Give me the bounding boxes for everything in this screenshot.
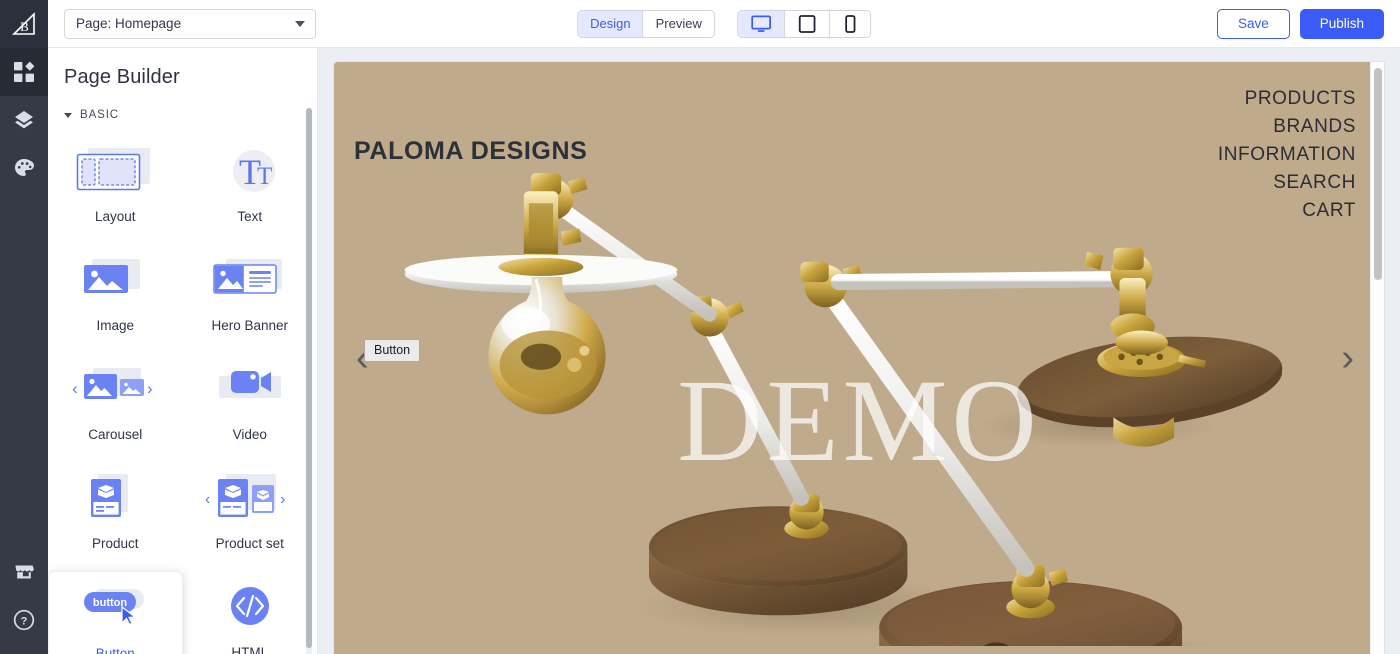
widget-label: Carousel	[88, 427, 143, 442]
widget-label: HTML	[231, 645, 269, 654]
rail-item-theme[interactable]	[0, 144, 48, 192]
desktop-icon	[750, 14, 771, 33]
main-column: Page: Homepage Design Preview Save Publi…	[48, 0, 1400, 654]
text-widget-icon: T T	[209, 143, 291, 199]
svg-text:›: ›	[280, 491, 285, 508]
widget-label: Text	[237, 209, 263, 224]
widget-label: Hero Banner	[211, 318, 289, 333]
nav-item-cart[interactable]: CART	[1218, 200, 1356, 222]
tablet-icon	[798, 14, 816, 33]
rail-item-layers[interactable]	[0, 96, 48, 144]
product-widget-icon	[74, 470, 156, 526]
rail-item-help[interactable]: ?	[0, 596, 48, 644]
widget-card-video[interactable]: Video	[183, 353, 318, 452]
palette-icon	[13, 157, 35, 179]
workspace: Page Builder BASIC Layout T T Text Image…	[48, 48, 1400, 654]
widget-grid: Layout T T Text Image Hero Banner ‹ › Ca…	[48, 125, 317, 654]
brand-logo[interactable]: B	[0, 0, 48, 48]
nav-item-brands[interactable]: BRANDS	[1218, 116, 1356, 138]
widget-card-carousel[interactable]: ‹ › Carousel	[48, 353, 183, 452]
store-icon	[13, 561, 35, 583]
triangle-down-icon	[64, 112, 72, 118]
html-widget-icon	[209, 579, 291, 635]
mode-switch: Design Preview	[577, 9, 715, 38]
widget-card-image[interactable]: Image	[48, 244, 183, 343]
device-switch	[736, 9, 871, 38]
save-button[interactable]: Save	[1216, 8, 1290, 39]
device-tablet-button[interactable]	[784, 10, 830, 37]
rail-item-widgets[interactable]	[0, 48, 48, 96]
rail-item-store[interactable]	[0, 548, 48, 596]
top-toolbar: Page: Homepage Design Preview Save Publi…	[48, 0, 1400, 48]
site-nav: PRODUCTS BRANDS INFORMATION SEARCH CART	[1218, 88, 1356, 222]
canvas-area: PALOMA DESIGNS PRODUCTS BRANDS INFORMATI…	[318, 48, 1400, 654]
page-title: Page Builder	[64, 66, 180, 88]
product-set-widget-icon: ‹ ›	[200, 470, 300, 526]
toolbar-center-group: Design Preview	[577, 9, 871, 38]
image-widget-icon	[74, 252, 156, 308]
svg-text:‹: ‹	[205, 491, 210, 508]
demo-watermark: DEMO	[677, 355, 1041, 486]
canvas-scrollbar-thumb[interactable]	[1374, 68, 1382, 280]
widget-label: Layout	[94, 209, 136, 224]
svg-text:?: ?	[21, 615, 28, 627]
site-title: PALOMA DESIGNS	[354, 137, 588, 165]
chevron-down-icon	[295, 20, 305, 27]
widget-label: Button	[95, 646, 135, 654]
device-mobile-button[interactable]	[829, 10, 870, 37]
toolbar-actions: Save Publish	[1216, 8, 1384, 39]
tab-design[interactable]: Design	[578, 10, 644, 37]
widget-label: Product set	[215, 536, 284, 551]
help-icon: ?	[13, 609, 35, 631]
left-icon-rail: B ?	[0, 0, 48, 654]
widget-card-product-set[interactable]: ‹ › Product set	[183, 462, 318, 561]
widgets-icon	[13, 61, 35, 83]
canvas-scrollbar[interactable]	[1370, 62, 1384, 654]
widget-card-product[interactable]: Product	[48, 462, 183, 561]
widget-card-html[interactable]: HTML	[183, 571, 318, 654]
svg-text:B: B	[20, 19, 29, 34]
widget-label: Video	[232, 427, 267, 442]
hero-banner-widget-icon	[204, 252, 296, 308]
widget-label: Image	[96, 318, 135, 333]
device-desktop-button[interactable]	[737, 10, 785, 37]
svg-text:‹: ‹	[72, 379, 78, 398]
nav-item-search[interactable]: SEARCH	[1218, 172, 1356, 194]
video-widget-icon	[209, 361, 291, 417]
carousel-next-arrow[interactable]: ›	[1341, 339, 1354, 377]
widget-label: Product	[91, 536, 139, 551]
nav-item-information[interactable]: INFORMATION	[1218, 144, 1356, 166]
svg-text:›: ›	[147, 379, 153, 398]
section-label: BASIC	[80, 109, 120, 121]
widget-card-layout[interactable]: Layout	[48, 135, 183, 234]
mobile-icon	[843, 14, 857, 33]
dropped-button-element[interactable]: Button	[364, 339, 421, 362]
button-widget-icon: button	[70, 580, 160, 636]
widget-card-button[interactable]: button Button	[48, 571, 183, 654]
section-header-basic[interactable]: BASIC	[48, 103, 317, 125]
panel-scrollbar[interactable]	[306, 108, 312, 654]
page-builder-panel: Page Builder BASIC Layout T T Text Image…	[48, 48, 318, 654]
widget-list-scroll[interactable]: BASIC Layout T T Text Image Hero Banner …	[48, 103, 317, 654]
layers-icon	[13, 109, 35, 131]
svg-text:T: T	[257, 163, 272, 190]
publish-button[interactable]: Publish	[1299, 8, 1384, 39]
page-selector-label: Page: Homepage	[76, 16, 182, 31]
panel-scrollbar-thumb[interactable]	[306, 108, 312, 648]
tab-preview[interactable]: Preview	[643, 10, 714, 37]
layout-widget-icon	[74, 143, 156, 199]
carousel-widget-icon: ‹ ›	[67, 361, 163, 417]
site-preview-canvas[interactable]: PALOMA DESIGNS PRODUCTS BRANDS INFORMATI…	[334, 62, 1384, 654]
nav-item-products[interactable]: PRODUCTS	[1218, 88, 1356, 110]
widget-card-hero-banner[interactable]: Hero Banner	[183, 244, 318, 343]
page-selector[interactable]: Page: Homepage	[64, 8, 316, 39]
widget-card-text[interactable]: T T Text	[183, 135, 318, 234]
page-builder-app: B ? Page: Homepage Design Preview Save P…	[0, 0, 1400, 654]
